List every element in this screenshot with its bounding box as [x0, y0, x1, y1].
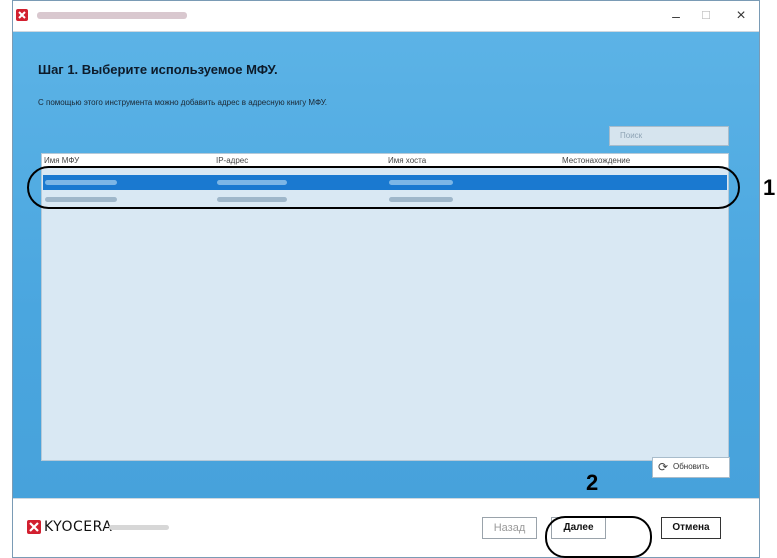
callout-number-1: 1 [763, 175, 776, 200]
minimize-button[interactable]: – [661, 7, 691, 25]
refresh-icon: ⟳ [658, 460, 669, 474]
column-header-location[interactable]: Местонахождение [562, 156, 630, 165]
callout-outline-1 [27, 166, 740, 209]
column-header-device-name[interactable]: Имя МФУ [44, 156, 79, 165]
step-title: Шаг 1. Выберите используемое МФУ. [38, 62, 278, 77]
version-redacted [109, 525, 169, 530]
column-header-host-name[interactable]: Имя хоста [388, 156, 426, 165]
kyocera-logo-icon [27, 520, 41, 534]
column-header-ip-address[interactable]: IP-адрес [216, 156, 248, 165]
back-button[interactable]: Назад [482, 517, 537, 539]
step-description: С помощью этого инструмента можно добави… [38, 98, 327, 107]
window-title-redacted [37, 12, 187, 19]
kyocera-app-icon [16, 9, 28, 21]
cancel-button[interactable]: Отмена [661, 517, 721, 539]
refresh-label: Обновить [673, 462, 710, 471]
refresh-button[interactable]: ⟳ Обновить [652, 457, 730, 478]
installer-window: – ☐ × Шаг 1. Выберите используемое МФУ. … [12, 0, 760, 558]
brand-name: KYOCERA [44, 519, 113, 535]
callout-outline-2 [545, 516, 652, 558]
search-input[interactable]: Поиск [609, 126, 729, 146]
callout-number-2: 2 [586, 470, 599, 495]
maximize-button[interactable]: ☐ [691, 7, 721, 25]
main-content: Шаг 1. Выберите используемое МФУ. С помо… [13, 32, 759, 499]
title-bar: – ☐ × [13, 1, 759, 32]
close-button[interactable]: × [726, 7, 756, 25]
